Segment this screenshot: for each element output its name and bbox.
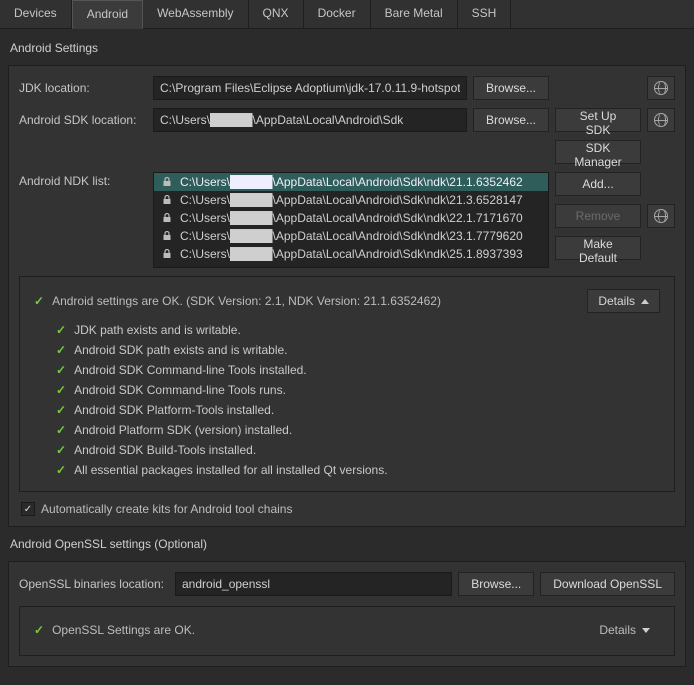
section-title-android: Android Settings: [10, 41, 686, 55]
tab-qnx[interactable]: QNX: [249, 0, 304, 28]
sdk-location-input[interactable]: [153, 108, 467, 132]
check-icon: ✓: [56, 383, 66, 397]
lock-icon: [162, 213, 172, 223]
openssl-status-panel: ✓ OpenSSL Settings are OK. Details: [19, 606, 675, 656]
ndk-list-item[interactable]: C:\Users\█████\AppData\Local\Android\Sdk…: [154, 209, 548, 227]
browse-openssl-button[interactable]: Browse...: [458, 572, 534, 596]
ndk-list-item[interactable]: C:\Users\█████\AppData\Local\Android\Sdk…: [154, 191, 548, 209]
openssl-location-input[interactable]: [175, 572, 452, 596]
chevron-up-icon: [641, 299, 649, 304]
tab-webassembly[interactable]: WebAssembly: [143, 0, 248, 28]
ndk-list[interactable]: C:\Users\█████\AppData\Local\Android\Sdk…: [153, 172, 549, 268]
jdk-location-input[interactable]: [153, 76, 467, 100]
android-status-panel: ✓ Android settings are OK. (SDK Version:…: [19, 276, 675, 492]
section-title-openssl: Android OpenSSL settings (Optional): [10, 537, 686, 551]
sdk-manager-button[interactable]: SDK Manager: [555, 140, 641, 164]
openssl-status-summary: OpenSSL Settings are OK.: [52, 623, 195, 637]
ndk-list-item[interactable]: C:\Users\█████\AppData\Local\Android\Sdk…: [154, 173, 548, 191]
ndk-list-item[interactable]: C:\Users\█████\AppData\Local\Android\Sdk…: [154, 245, 548, 263]
check-icon: ✓: [56, 463, 66, 477]
lock-icon: [162, 231, 172, 241]
check-icon: ✓: [56, 443, 66, 457]
check-icon: ✓: [56, 323, 66, 337]
check-icon: ✓: [56, 423, 66, 437]
globe-icon: [654, 81, 668, 95]
check-icon: ✓: [34, 623, 44, 637]
status-check-line: ✓Android SDK Platform-Tools installed.: [56, 403, 660, 417]
tab-bar: Devices Android WebAssembly QNX Docker B…: [0, 0, 694, 29]
status-check-line: ✓Android SDK Command-line Tools runs.: [56, 383, 660, 397]
status-check-line: ✓Android Platform SDK (version) installe…: [56, 423, 660, 437]
status-check-line: ✓All essential packages installed for al…: [56, 463, 660, 477]
browse-jdk-button[interactable]: Browse...: [473, 76, 549, 100]
tab-docker[interactable]: Docker: [304, 0, 371, 28]
check-icon: ✓: [56, 363, 66, 377]
globe-icon: [654, 209, 668, 223]
tab-devices[interactable]: Devices: [0, 0, 72, 28]
add-ndk-button[interactable]: Add...: [555, 172, 641, 196]
status-check-line: ✓Android SDK Build-Tools installed.: [56, 443, 660, 457]
chevron-down-icon: [642, 628, 650, 633]
tab-bare-metal[interactable]: Bare Metal: [371, 0, 458, 28]
ndk-list-item[interactable]: C:\Users\█████\AppData\Local\Android\Sdk…: [154, 227, 548, 245]
lock-icon: [162, 195, 172, 205]
lock-icon: [162, 177, 172, 187]
check-icon: ✓: [56, 343, 66, 357]
remove-ndk-button[interactable]: Remove: [555, 204, 641, 228]
globe-jdk-button[interactable]: [647, 76, 675, 100]
label-ndk: Android NDK list:: [19, 172, 147, 188]
setup-sdk-button[interactable]: Set Up SDK: [555, 108, 641, 132]
globe-sdk-button[interactable]: [647, 108, 675, 132]
openssl-settings-group: OpenSSL binaries location: Browse... Dow…: [8, 561, 686, 667]
status-check-line: ✓JDK path exists and is writable.: [56, 323, 660, 337]
tab-android[interactable]: Android: [72, 0, 143, 29]
make-default-button[interactable]: Make Default: [555, 236, 641, 260]
globe-icon: [654, 113, 668, 127]
tab-ssh[interactable]: SSH: [458, 0, 512, 28]
lock-icon: [162, 249, 172, 259]
check-icon: ✓: [56, 403, 66, 417]
browse-sdk-button[interactable]: Browse...: [473, 108, 549, 132]
details-toggle-openssl[interactable]: Details: [589, 619, 660, 641]
globe-ndk-button[interactable]: [647, 204, 675, 228]
download-openssl-button[interactable]: Download OpenSSL: [540, 572, 675, 596]
status-check-line: ✓Android SDK Command-line Tools installe…: [56, 363, 660, 377]
check-icon: ✓: [34, 294, 44, 308]
android-settings-group: JDK location: Browse... Android SDK loca…: [8, 65, 686, 527]
auto-create-kits-checkbox[interactable]: ✓: [21, 502, 35, 516]
auto-create-kits-label: Automatically create kits for Android to…: [41, 502, 292, 516]
details-toggle-android[interactable]: Details: [587, 289, 660, 313]
label-sdk: Android SDK location:: [19, 113, 147, 127]
android-status-summary: Android settings are OK. (SDK Version: 2…: [52, 294, 441, 308]
status-check-line: ✓Android SDK path exists and is writable…: [56, 343, 660, 357]
label-jdk: JDK location:: [19, 81, 147, 95]
label-openssl: OpenSSL binaries location:: [19, 577, 169, 591]
